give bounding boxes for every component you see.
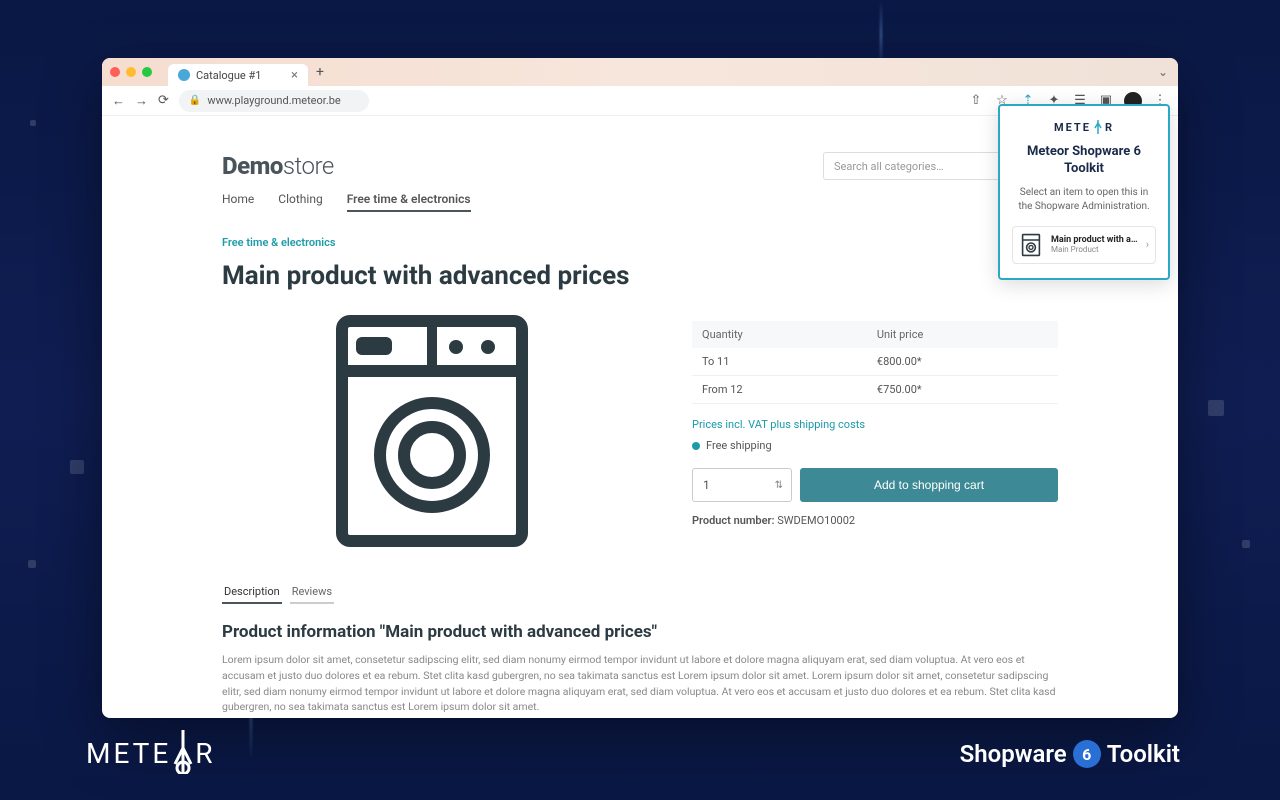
washing-machine-icon <box>1019 233 1043 257</box>
url-text: www.playground.meteor.be <box>207 94 340 107</box>
reload-button[interactable]: ⟳ <box>158 93 169 108</box>
free-shipping-badge: Free shipping <box>692 439 1058 452</box>
product-number: Product number: SWDEMO10002 <box>692 514 1058 527</box>
meteor-logo-icon <box>1093 120 1103 134</box>
shopware-badge-icon: 6 <box>1073 740 1101 768</box>
footer-shopware-toolkit: Shopware 6 Toolkit <box>960 740 1180 768</box>
browser-tab[interactable]: Catalogue #1 × <box>168 64 308 86</box>
close-window-icon[interactable] <box>110 67 120 77</box>
tab-strip: Catalogue #1 × + ⌄ <box>102 58 1178 86</box>
address-bar[interactable]: 🔒 www.playground.meteor.be <box>179 90 369 112</box>
washing-machine-icon <box>332 311 532 551</box>
main-nav: Home Clothing Free time & electronics <box>222 192 1058 212</box>
nav-freetime[interactable]: Free time & electronics <box>347 192 471 212</box>
tab-close-icon[interactable]: × <box>291 68 298 83</box>
ext-subtitle: Select an item to open this in the Shopw… <box>1012 186 1156 214</box>
price-col-unit: Unit price <box>867 321 1058 348</box>
window-controls <box>110 67 152 77</box>
tab-title: Catalogue #1 <box>196 69 261 82</box>
product-title: Main product with advanced prices <box>222 261 1058 291</box>
back-button[interactable]: ← <box>112 93 125 109</box>
search-placeholder: Search all categories… <box>834 160 943 173</box>
maximize-window-icon[interactable] <box>142 67 152 77</box>
forward-button[interactable]: → <box>135 93 148 109</box>
tab-reviews[interactable]: Reviews <box>290 581 334 604</box>
price-table: Quantity Unit price To 11 €800.00* From … <box>692 321 1058 404</box>
ext-product-item[interactable]: Main product with a… Main Product › <box>1012 226 1156 264</box>
tab-dropdown-icon[interactable]: ⌄ <box>1158 65 1168 79</box>
share-icon[interactable]: ⇧ <box>968 93 984 109</box>
product-tabs: Description Reviews <box>222 581 1058 604</box>
quantity-select[interactable]: 1 <box>692 468 792 502</box>
tab-favicon-icon <box>178 69 190 81</box>
nav-home[interactable]: Home <box>222 192 254 212</box>
footer-meteor-logo: METE R <box>86 730 216 770</box>
extension-popup: METE R Meteor Shopware 6 Toolkit Select … <box>998 104 1170 280</box>
store-logo[interactable]: Demostore <box>222 152 334 180</box>
meteor-glyph-icon <box>169 730 197 774</box>
chevron-right-icon: › <box>1146 238 1149 251</box>
ext-item-title: Main product with a… <box>1051 235 1138 246</box>
ext-item-subtitle: Main Product <box>1051 245 1138 255</box>
minimize-window-icon[interactable] <box>126 67 136 77</box>
ext-logo: METE R <box>1012 120 1156 134</box>
ext-title: Meteor Shopware 6 Toolkit <box>1012 144 1156 178</box>
price-col-qty: Quantity <box>692 321 867 348</box>
lock-icon: 🔒 <box>189 95 201 106</box>
tab-description[interactable]: Description <box>222 581 282 604</box>
breadcrumb[interactable]: Free time & electronics <box>222 236 1058 249</box>
product-description-text: Lorem ipsum dolor sit amet, consetetur s… <box>222 652 1058 715</box>
new-tab-button[interactable]: + <box>316 64 324 80</box>
product-image <box>222 311 642 551</box>
nav-clothing[interactable]: Clothing <box>278 192 322 212</box>
table-row: From 12 €750.00* <box>692 376 1058 404</box>
add-to-cart-button[interactable]: Add to shopping cart <box>800 468 1058 502</box>
table-row: To 11 €800.00* <box>692 348 1058 376</box>
vat-link[interactable]: Prices incl. VAT plus shipping costs <box>692 418 1058 431</box>
info-heading: Product information "Main product with a… <box>222 622 1058 642</box>
